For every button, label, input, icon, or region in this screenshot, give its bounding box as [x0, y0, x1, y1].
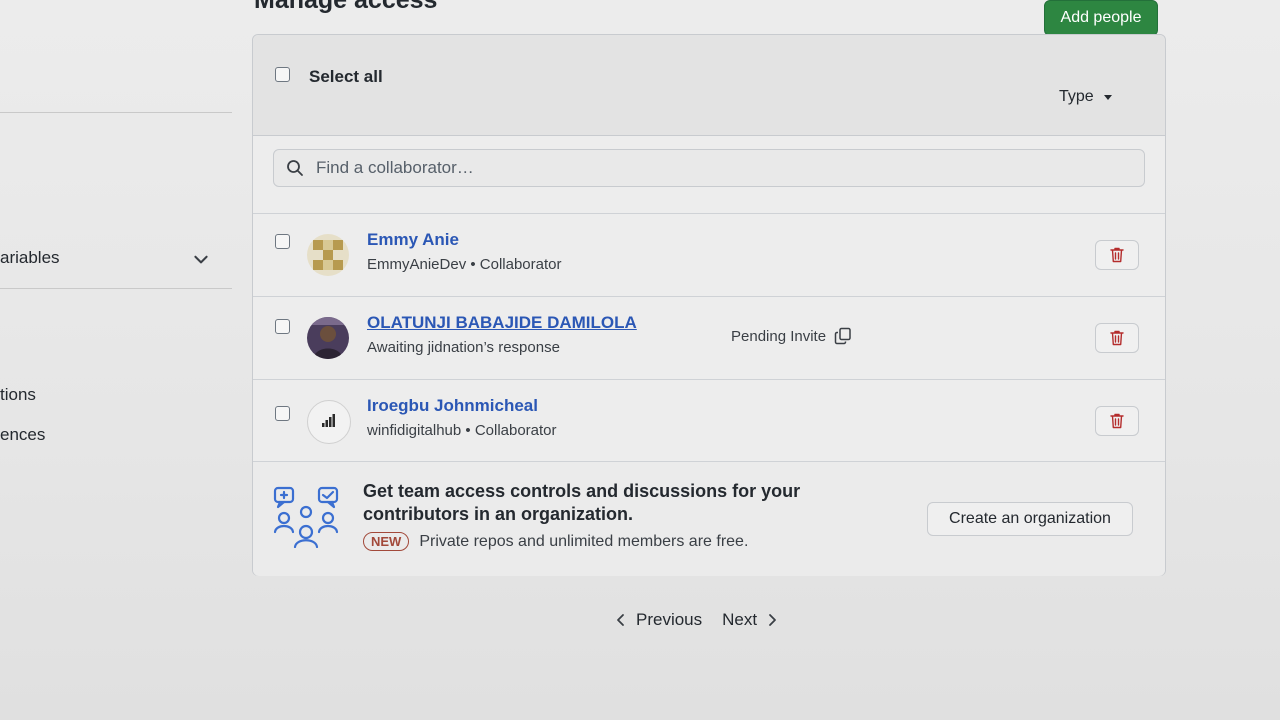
- settings-sidebar: ariables tions ences: [0, 0, 232, 720]
- page-title: Manage access: [254, 0, 438, 14]
- pagination: Previous Next: [616, 610, 777, 630]
- collaborators-panel: Select all Type Find a collaborator… Emm…: [252, 34, 1166, 576]
- trash-icon: [1110, 413, 1124, 429]
- add-people-button[interactable]: Add people: [1044, 0, 1158, 36]
- row-checkbox[interactable]: [275, 406, 290, 421]
- select-all-checkbox[interactable]: [275, 67, 290, 82]
- next-label: Next: [722, 610, 758, 629]
- identicon-avatar: [307, 234, 349, 276]
- promo-title: Get team access controls and discussions…: [363, 481, 801, 524]
- pending-invite-label: Pending Invite: [731, 327, 827, 345]
- select-all-label: Select all: [309, 67, 383, 86]
- avatar[interactable]: [307, 400, 351, 444]
- previous-label: Previous: [636, 610, 703, 629]
- remove-collaborator-button[interactable]: [1095, 406, 1139, 436]
- collaborator-name-link[interactable]: Iroegbu Johnmicheal: [367, 396, 538, 416]
- page: ariables tions ences Manage access Add p…: [0, 0, 1280, 720]
- search-input[interactable]: [314, 152, 1138, 184]
- next-page-button[interactable]: Next: [722, 610, 777, 630]
- bar-logo-avatar: [322, 414, 335, 427]
- chevron-left-icon: [617, 614, 624, 626]
- collaborator-meta: Awaiting jidnation’s response: [367, 339, 560, 356]
- search-box[interactable]: [273, 149, 1145, 187]
- trash-icon: [1110, 330, 1124, 346]
- trash-icon: [1110, 247, 1124, 263]
- collaborator-name-link[interactable]: Emmy Anie: [367, 230, 459, 250]
- collaborator-meta: winfidigitalhub • Collaborator: [367, 422, 557, 439]
- collaborator-row: OLATUNJI BABAJIDE DAMILOLA Awaiting jidn…: [253, 296, 1165, 379]
- remove-collaborator-button[interactable]: [1095, 240, 1139, 270]
- create-organization-button[interactable]: Create an organization: [927, 502, 1133, 536]
- sidebar-divider: [0, 288, 232, 289]
- promo-subtitle-text: Private repos and unlimited members are …: [419, 532, 749, 550]
- organization-promo: Get team access controls and discussions…: [253, 461, 1165, 576]
- remove-collaborator-button[interactable]: [1095, 323, 1139, 353]
- promo-subtitle: NEW Private repos and unlimited members …: [363, 532, 748, 551]
- chevron-down-icon[interactable]: [192, 250, 210, 268]
- caret-down-icon: [1103, 94, 1112, 100]
- avatar[interactable]: [307, 234, 349, 276]
- collaborator-meta: EmmyAnieDev • Collaborator: [367, 256, 562, 273]
- type-filter-label: Type: [1059, 88, 1094, 105]
- sidebar-item-variables[interactable]: ariables: [0, 248, 60, 268]
- team-discussion-icon: [273, 486, 339, 548]
- collaborator-name-link[interactable]: OLATUNJI BABAJIDE DAMILOLA: [367, 313, 637, 333]
- previous-page-button[interactable]: Previous: [616, 610, 702, 630]
- row-checkbox[interactable]: [275, 319, 290, 334]
- photo-avatar: [307, 317, 349, 359]
- search-icon: [287, 160, 303, 176]
- sidebar-item-preferences[interactable]: ences: [0, 425, 45, 445]
- copy-icon[interactable]: [834, 327, 852, 345]
- type-filter-dropdown[interactable]: Type: [1059, 88, 1112, 106]
- collaborator-row: Iroegbu Johnmicheal winfidigitalhub • Co…: [253, 379, 1165, 462]
- panel-header: Select all Type: [253, 35, 1165, 136]
- row-checkbox[interactable]: [275, 234, 290, 249]
- new-badge: NEW: [363, 532, 410, 551]
- sidebar-divider: [0, 112, 232, 113]
- avatar[interactable]: [307, 317, 349, 359]
- sidebar-item-actions[interactable]: tions: [0, 385, 36, 405]
- chevron-right-icon: [769, 614, 777, 626]
- collaborator-row: Emmy Anie EmmyAnieDev • Collaborator: [253, 213, 1165, 296]
- pending-invite-status: Pending Invite: [731, 327, 852, 345]
